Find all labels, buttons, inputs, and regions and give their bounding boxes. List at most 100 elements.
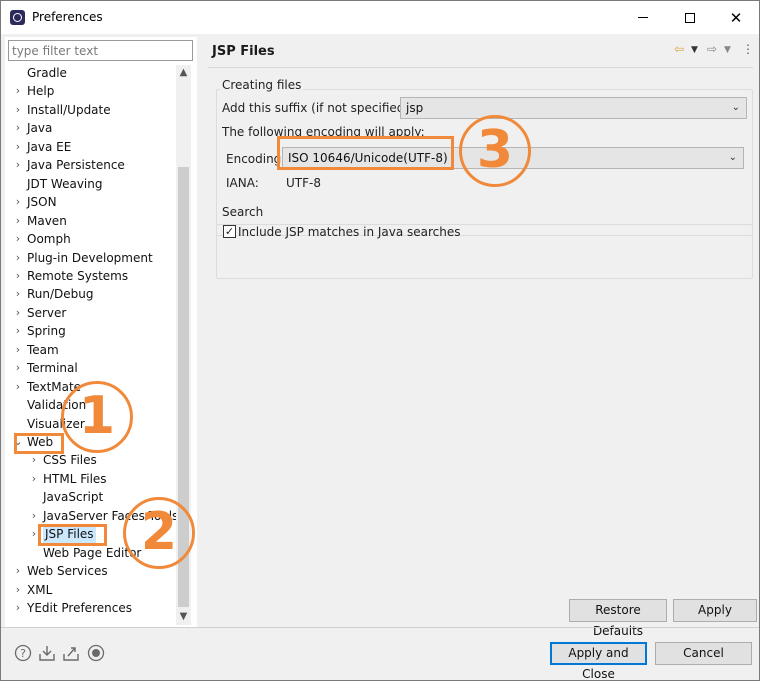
tree-item[interactable]: › Spring — [5, 322, 177, 340]
tree-item-label: Remote Systems — [27, 268, 129, 283]
annotation-circle-2: 2 — [123, 497, 195, 569]
tree-item[interactable]: › Maven — [5, 212, 177, 230]
filter-input[interactable] — [8, 40, 193, 61]
tree-item-label: Terminal — [27, 361, 78, 376]
tree-item[interactable]: › YEdit Preferences — [5, 599, 177, 617]
collapsed-chevron-icon[interactable]: › — [13, 378, 23, 396]
collapsed-chevron-icon[interactable]: › — [13, 82, 23, 100]
tree-item[interactable]: JDT Weaving — [5, 175, 177, 193]
tree-item-label: JSON — [27, 195, 57, 210]
iana-label: IANA: — [226, 176, 259, 190]
collapsed-chevron-icon[interactable]: › — [13, 562, 23, 580]
back-menu-chevron-icon[interactable]: ▼ — [691, 45, 698, 55]
collapsed-chevron-icon[interactable]: › — [13, 212, 23, 230]
include-jsp-checkbox[interactable]: ✓ — [223, 225, 236, 238]
tree-item[interactable]: › Java — [5, 119, 177, 137]
chevron-down-icon: ⌄ — [731, 102, 740, 113]
chevron-down-icon: ⌄ — [728, 152, 737, 163]
creating-files-label: Creating files — [220, 78, 304, 92]
tree-item[interactable]: › Java Persistence — [5, 156, 177, 174]
view-menu-icon[interactable]: ⋮ — [742, 42, 754, 56]
restore-defaults-button[interactable]: Restore Defaults — [569, 599, 667, 638]
apply-and-close-button[interactable]: Apply and Close — [550, 642, 647, 681]
scroll-down-icon[interactable]: ▼ — [176, 609, 191, 625]
tree-item-label: HTML Files — [43, 471, 107, 486]
scroll-up-icon[interactable]: ▲ — [176, 65, 191, 81]
tree-item-label: Maven — [27, 213, 67, 228]
collapsed-chevron-icon[interactable]: › — [29, 451, 39, 469]
collapsed-chevron-icon[interactable]: › — [13, 193, 23, 211]
suffix-combo[interactable]: jsp ⌄ — [400, 97, 747, 119]
tree-item[interactable]: › CSS Files — [5, 451, 177, 469]
tree-item-label: Plug-in Development — [27, 250, 153, 265]
annotation-box-encoding — [277, 136, 454, 170]
tree-item-label: XML — [27, 582, 53, 597]
oomph-record-icon[interactable] — [87, 644, 105, 662]
forward-menu-chevron-icon[interactable]: ▼ — [724, 45, 731, 55]
import-icon[interactable] — [38, 644, 56, 662]
tree-item-label: Run/Debug — [27, 287, 94, 302]
apply-button[interactable]: Apply — [673, 599, 757, 622]
tree-item-label: CSS Files — [43, 453, 97, 468]
tree-item[interactable]: › Help — [5, 82, 177, 100]
tree-item-label: JDT Weaving — [27, 176, 103, 191]
tree-item-label: Server — [27, 305, 67, 320]
tree-item-label: Java Persistence — [27, 158, 125, 173]
collapsed-chevron-icon[interactable]: › — [29, 507, 39, 525]
tree-item[interactable]: › Run/Debug — [5, 285, 177, 303]
window-title: Preferences — [32, 10, 103, 24]
collapsed-chevron-icon[interactable]: › — [13, 249, 23, 267]
tree-item[interactable]: › Terminal — [5, 359, 177, 377]
collapsed-chevron-icon[interactable]: › — [13, 322, 23, 340]
tree-item[interactable]: › XML — [5, 581, 177, 599]
annotation-circle-1: 1 — [61, 381, 133, 453]
tree-item[interactable]: › Plug-in Development — [5, 249, 177, 267]
help-icon[interactable]: ? — [14, 644, 32, 662]
collapsed-chevron-icon[interactable]: › — [13, 138, 23, 156]
forward-arrow-icon[interactable]: ⇨ — [707, 42, 717, 56]
maximize-icon — [685, 12, 695, 23]
tree-item[interactable]: › Install/Update — [5, 101, 177, 119]
tree-item-label: Help — [27, 84, 55, 99]
back-arrow-icon[interactable]: ⇦ — [674, 42, 684, 56]
tree-item-label: Java — [27, 121, 53, 136]
close-button[interactable]: ✕ — [713, 1, 759, 34]
collapsed-chevron-icon[interactable]: › — [29, 470, 39, 488]
collapsed-chevron-icon[interactable]: › — [13, 341, 23, 359]
collapsed-chevron-icon[interactable]: › — [13, 101, 23, 119]
cancel-button[interactable]: Cancel — [655, 642, 752, 665]
collapsed-chevron-icon[interactable]: › — [13, 359, 23, 377]
collapsed-chevron-icon[interactable]: › — [13, 581, 23, 599]
minimize-button[interactable] — [620, 1, 666, 34]
eclipse-app-icon — [10, 10, 25, 25]
search-group-label: Search — [220, 205, 266, 219]
collapsed-chevron-icon[interactable]: › — [13, 119, 23, 137]
collapsed-chevron-icon[interactable]: › — [13, 304, 23, 322]
maximize-button[interactable] — [667, 1, 713, 34]
tree-item[interactable]: › Oomph — [5, 230, 177, 248]
tree-item[interactable]: › Server — [5, 304, 177, 322]
tree-item[interactable]: › Java EE — [5, 138, 177, 156]
export-icon[interactable] — [62, 644, 80, 662]
minimize-icon — [638, 17, 648, 18]
tree-item-label: YEdit Preferences — [27, 601, 132, 616]
title-divider — [208, 67, 753, 68]
page-nav-toolbar: ⇦ ▼ ⇨ ▼ ⋮ — [674, 42, 754, 60]
collapsed-chevron-icon[interactable]: › — [13, 156, 23, 174]
tree-item[interactable]: › Remote Systems — [5, 267, 177, 285]
tree-item[interactable]: › HTML Files — [5, 470, 177, 488]
title-bar: Preferences ✕ — [1, 1, 759, 34]
tree-item-label: Spring — [27, 324, 66, 339]
tree-item-label: Oomph — [27, 232, 71, 247]
tree-item-label: Web Services — [27, 564, 108, 579]
tree-item[interactable]: › Team — [5, 341, 177, 359]
tree-item-label: Team — [27, 342, 59, 357]
tree-item[interactable]: Gradle — [5, 64, 177, 82]
tree-item-label: Install/Update — [27, 102, 111, 117]
collapsed-chevron-icon[interactable]: › — [13, 285, 23, 303]
collapsed-chevron-icon[interactable]: › — [13, 267, 23, 285]
collapsed-chevron-icon[interactable]: › — [13, 230, 23, 248]
collapsed-chevron-icon[interactable]: › — [13, 599, 23, 617]
tree-item[interactable]: › JSON — [5, 193, 177, 211]
close-icon: ✕ — [729, 8, 743, 27]
